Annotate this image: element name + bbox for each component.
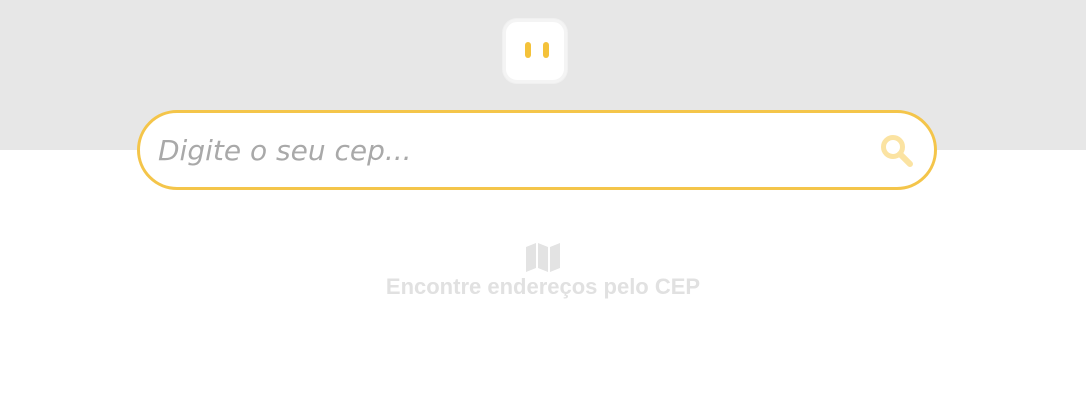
logo-bar-left [525, 42, 531, 58]
cep-search-input[interactable] [158, 123, 838, 177]
search-bar [137, 110, 937, 190]
page: Encontre endereços pelo CEP [0, 0, 1086, 404]
map-icon [526, 243, 560, 272]
app-logo [503, 19, 567, 83]
search-icon [881, 135, 913, 167]
empty-state: Encontre endereços pelo CEP [0, 242, 1086, 300]
search-button[interactable] [876, 130, 918, 172]
logo-bar-right [543, 42, 549, 58]
empty-state-text: Encontre endereços pelo CEP [385, 274, 701, 299]
